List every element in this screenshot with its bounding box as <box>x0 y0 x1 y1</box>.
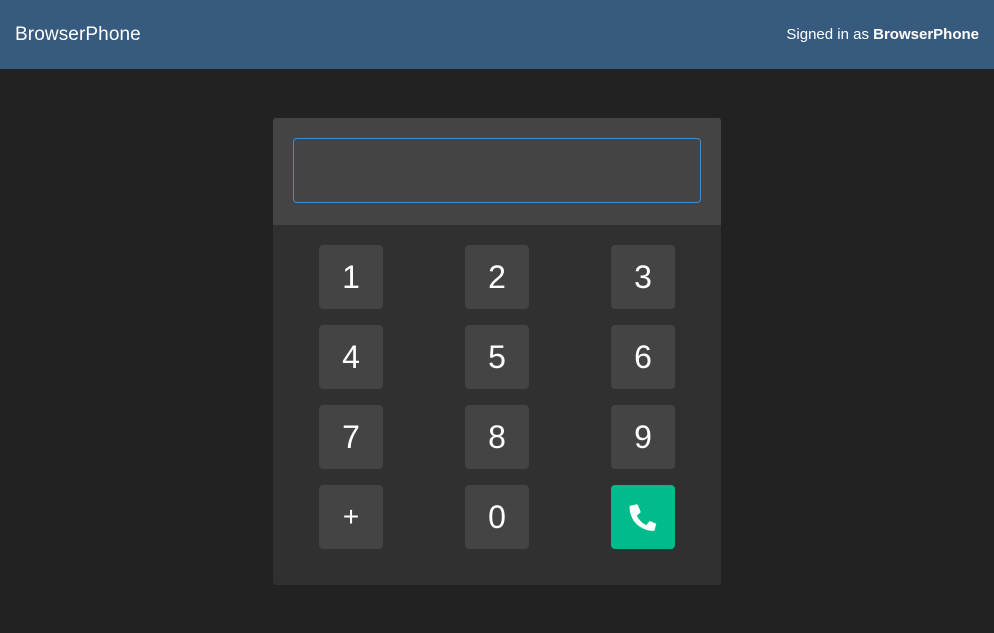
brand-link[interactable]: BrowserPhone <box>15 24 141 46</box>
key-6[interactable]: 6 <box>611 325 675 389</box>
key-0[interactable]: 0 <box>465 485 529 549</box>
key-2[interactable]: 2 <box>465 245 529 309</box>
navbar: BrowserPhone Signed in as BrowserPhone <box>0 0 994 69</box>
phone-icon <box>629 504 657 531</box>
key-5[interactable]: 5 <box>465 325 529 389</box>
key-8[interactable]: 8 <box>465 405 529 469</box>
key-7[interactable]: 7 <box>319 405 383 469</box>
signed-in-text: Signed in as BrowserPhone <box>786 26 979 43</box>
phone-number-input[interactable] <box>293 138 701 203</box>
signed-in-prefix: Signed in as <box>786 26 869 43</box>
key-4[interactable]: 4 <box>319 325 383 389</box>
key-3[interactable]: 3 <box>611 245 675 309</box>
number-display-area <box>273 118 721 225</box>
key-1[interactable]: 1 <box>319 245 383 309</box>
key-plus[interactable]: + <box>319 485 383 549</box>
dialer-panel: 1 2 3 4 5 6 7 8 9 + 0 <box>273 118 721 585</box>
keypad: 1 2 3 4 5 6 7 8 9 + 0 <box>273 225 721 585</box>
call-button[interactable] <box>611 485 675 549</box>
key-9[interactable]: 9 <box>611 405 675 469</box>
signed-in-user: BrowserPhone <box>873 26 979 43</box>
